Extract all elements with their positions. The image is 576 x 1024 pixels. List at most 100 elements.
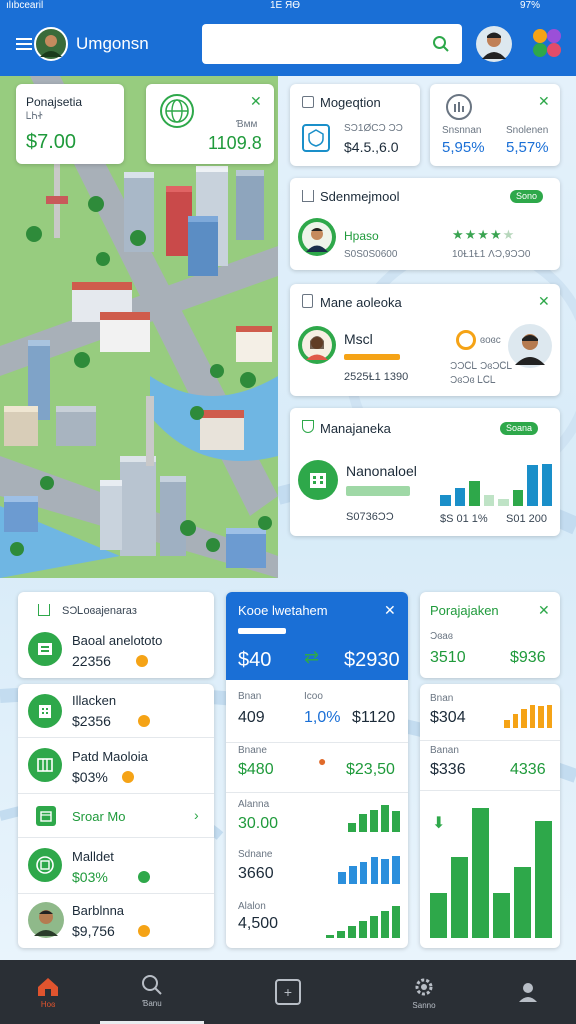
chart-bar [504,720,510,728]
list-item[interactable]: Sroar Mo › [18,794,214,838]
map-card-globe[interactable]: ✕ Ɓᴍᴍ 1109.8 [146,84,274,164]
nav-profile[interactable] [480,960,576,1024]
gear-icon [415,978,433,995]
row-label: Bnan [238,691,262,702]
chart-bar [381,910,389,938]
progress-bar [238,628,286,634]
row-label: Banan [430,745,459,756]
person-name: Mscl [344,331,373,347]
shield-icon [302,124,330,152]
chart-bar [370,809,378,832]
chart-icon [446,94,472,120]
coin-icon [122,771,134,783]
row-value: 409 [238,709,265,726]
coin-icon [138,925,150,937]
chart-bar [440,494,451,506]
card-value: $4.5.,6.0 [344,139,399,155]
panel-right-details: Bnan $304 Banan $336 4336 ⬇ [420,684,560,948]
profile-avatar[interactable] [476,26,512,62]
panel-porajajaken[interactable]: Porajajaken ✕ Ɔɞaɞ 3510 $936 [420,592,560,678]
row-label: Icoo [304,691,323,702]
card-magention[interactable]: Mogeqtion SƆ1ØCƆ ƆƆ $4.5.,6.0 [290,84,420,166]
stat-label-1: Snsnnan [442,125,482,136]
chart-bar [493,892,510,938]
list-item-value: 22356 [72,653,111,669]
status-badge: Sono [510,190,544,203]
list-panel-header[interactable]: SƆᏞoɞajenaraз Baoal anelototo 22356 [18,592,214,678]
chart-bar [512,713,518,728]
chart-bar [472,808,489,938]
chart-bar [370,857,379,884]
coin-icon: ● [318,753,327,769]
chart-bar [359,921,367,938]
close-icon[interactable]: ✕ [384,603,396,617]
card-sdenmejmool[interactable]: Sdenmejmool Sono Hpaso S0S0S0600 ★★★★★ 1… [290,178,560,270]
map-card-ponajsetia[interactable]: Ponajsetia ᏞᏂᏐ $7.00 [16,84,124,164]
mini-bar-chart-orange [504,702,552,728]
chart-bar [348,823,356,832]
chart-bar [370,915,378,938]
doc-icon [302,294,313,308]
close-icon[interactable]: ✕ [538,294,550,308]
nav-settings[interactable]: Sanno [376,960,472,1024]
card-subtitle: Ɓᴍᴍ [236,119,258,130]
row-value: $336 [430,761,466,778]
stat-right: S01 200 [506,513,547,525]
nav-search[interactable]: Ɓanu [100,960,204,1024]
panel-kooe-lwetahem[interactable]: Kooe lwetahem ✕ $40 ⇄ $2930 Bnan 409 Ico… [226,592,408,948]
nav-search-label: Ɓanu [142,999,162,1008]
rating-text: 10Ɫ1Ɫ1 ɅƆ,9ƆƆ0 [452,249,531,260]
nav-add[interactable]: + [240,960,336,1024]
list-item[interactable]: Patd Maoloia $03% [18,738,214,794]
coin-icon [136,655,148,667]
app-bar: Umgonsn [0,12,576,76]
shield-icon [302,420,314,433]
card-subtitle: ᏞᏂᏐ [26,111,43,122]
chart-bar [469,480,480,506]
close-icon[interactable]: ✕ [250,94,262,108]
row-separator [420,740,560,741]
value-left: $40 [238,649,272,671]
mini-bar-chart-green-2 [326,904,400,938]
close-icon[interactable]: ✕ [538,94,550,108]
search-bar[interactable] [202,24,462,64]
chart-bar [527,464,538,506]
person-sub: S0S0S0600 [344,249,398,260]
app-title: Umgonsn [76,34,149,53]
list-item-title: Barblnna [72,903,125,918]
value-right: $2930 [344,649,400,671]
panel-title: Kooe lwetahem [238,603,328,618]
chart-bar [498,499,509,506]
chart-bar [483,494,494,506]
store-icon [28,848,62,882]
chart-bar [348,866,357,884]
calendar-icon [36,806,56,826]
row-value: $23,50 [346,761,395,778]
list-icon [28,632,62,666]
list-item[interactable]: Malldet $03% [18,838,214,894]
row-label: Bnan [430,693,454,704]
card-manajaneka[interactable]: Manajaneka Soana Nanonaloel S0736ƆƆ $S 0… [290,408,560,536]
list-item[interactable]: Barblnna $9,756 [18,894,214,948]
close-icon[interactable]: ✕ [538,603,550,617]
list-item[interactable]: Illacken $2356 [18,684,214,738]
middle-label: ɞoɞc [480,335,501,346]
status-badge: Soana [500,422,539,435]
chevron-right-icon[interactable]: › [194,808,199,822]
search-input[interactable] [212,34,422,54]
chart-bar [546,704,552,728]
row-value: $480 [238,761,274,778]
chart-bar [538,705,544,728]
apps-icon[interactable] [530,26,564,60]
coin-icon [138,715,150,727]
row-separator [226,742,408,743]
status-bar: ılıbcearil 1E ЯӨ 97% [0,0,576,12]
avatar[interactable] [34,27,68,61]
card-mane-aoleoka[interactable]: Mane aoleoka ✕ Mscl 2525Ɫ1 1390 ɞoɞc ƆƆᏟ… [290,284,560,396]
nav-home[interactable]: Hoɞ [0,960,96,1024]
home-icon [302,190,314,202]
arrows-icon: ⇄ [304,647,320,667]
search-icon[interactable] [432,35,450,53]
card-stats[interactable]: ✕ Snsnnan 5,95% Snolenen 5,57% [430,84,560,166]
menu-icon[interactable] [16,38,32,50]
